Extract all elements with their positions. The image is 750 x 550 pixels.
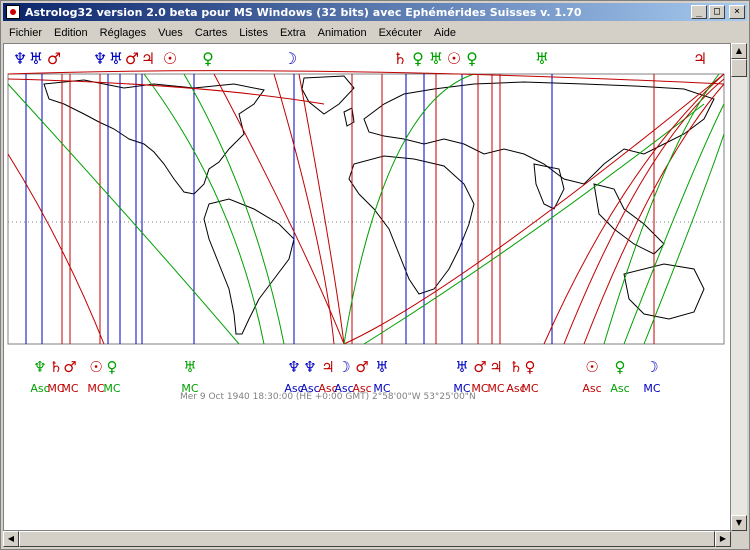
app-window: Astrolog32 version 2.0 beta pour MS Wind… [0, 0, 750, 550]
bottom-glyph-6: ♆ [287, 358, 300, 376]
menu-reglages[interactable]: Réglages [94, 27, 152, 39]
bottom-label-17: Asc [582, 382, 601, 395]
bottom-label-18: Asc [610, 382, 629, 395]
menu-aide[interactable]: Aide [428, 27, 462, 39]
chart-canvas[interactable]: ♆ ♅ ♂ ♆ ♅ ♂ ♃ ☉ ♀ ☽ ♄ ♀ ♅ ☉ ♀ ♅ ♃ ♆ ♄ ♂ ☉ ♀ ♅ ♆ ♆ ♃ ☽ ♂ ♅ ♅ ♂ ♃ ♄ ♀ ☉ ♀ ☽ A… [3, 43, 731, 531]
menu-cartes[interactable]: Cartes [189, 27, 233, 39]
menu-animation[interactable]: Animation [312, 27, 373, 39]
chart-background [4, 44, 730, 404]
top-glyph-4: ♅ [109, 49, 123, 68]
menu-bar: Fichier Edition Réglages Vues Cartes Lis… [3, 23, 747, 43]
bottom-glyph-18: ♀ [615, 358, 626, 376]
top-glyph-16: ♃ [693, 49, 707, 68]
menu-fichier[interactable]: Fichier [3, 27, 48, 39]
bottom-glyph-1: ♄ [49, 358, 62, 376]
bottom-glyph-0: ♆ [33, 358, 46, 376]
bottom-glyph-19: ☽ [645, 358, 658, 376]
bottom-label-14: MC [487, 382, 504, 395]
vertical-scrollbar[interactable]: ▲ ▼ [731, 43, 747, 531]
bottom-label-4: MC [103, 382, 120, 395]
top-glyph-13: ☉ [447, 49, 461, 68]
bottom-label-16: MC [521, 382, 538, 395]
top-glyph-11: ♀ [412, 49, 424, 68]
scroll-right-button[interactable]: ▶ [715, 531, 731, 547]
window-title: Astrolog32 version 2.0 beta pour MS Wind… [25, 5, 582, 19]
top-glyph-0: ♆ [13, 49, 27, 68]
minimize-button[interactable]: _ [691, 5, 707, 19]
maximize-button[interactable]: □ [709, 5, 725, 19]
top-glyph-15: ♅ [535, 49, 549, 68]
app-icon[interactable] [6, 5, 20, 19]
menu-executer[interactable]: Exécuter [373, 27, 428, 39]
scroll-left-button[interactable]: ◀ [3, 531, 19, 547]
bottom-label-3: MC [87, 382, 104, 395]
close-button[interactable]: × [729, 5, 745, 19]
top-glyph-14: ♀ [466, 49, 478, 68]
bottom-label-19: MC [643, 382, 660, 395]
bottom-glyph-15: ♄ [509, 358, 522, 376]
menu-edition[interactable]: Edition [48, 27, 94, 39]
bottom-glyph-12: ♅ [455, 358, 468, 376]
horizontal-scroll-thumb[interactable] [19, 531, 715, 547]
bottom-glyph-8: ♃ [321, 358, 334, 376]
bottom-glyph-17: ☉ [585, 358, 598, 376]
top-glyph-1: ♅ [29, 49, 43, 68]
bottom-glyph-10: ♂ [355, 358, 368, 376]
top-glyph-9: ☽ [283, 49, 297, 68]
scroll-up-button[interactable]: ▲ [731, 43, 747, 59]
horizontal-scrollbar[interactable]: ◀ ▶ [3, 531, 731, 547]
menu-extra[interactable]: Extra [274, 27, 312, 39]
top-glyph-12: ♅ [429, 49, 443, 68]
bottom-glyph-9: ☽ [337, 358, 350, 376]
bottom-glyph-7: ♆ [303, 358, 316, 376]
status-line: Mer 9 Oct 1940 18:30:00 (HE +0:00 GMT) 2… [180, 392, 476, 402]
top-glyph-2: ♂ [47, 49, 61, 68]
astro-map-chart: ♆ ♅ ♂ ♆ ♅ ♂ ♃ ☉ ♀ ☽ ♄ ♀ ♅ ☉ ♀ ♅ ♃ ♆ ♄ ♂ ☉ ♀ ♅ ♆ ♆ ♃ ☽ ♂ ♅ ♅ ♂ ♃ ♄ ♀ ☉ ♀ ☽ A… [4, 44, 730, 404]
menu-listes[interactable]: Listes [233, 27, 274, 39]
bottom-glyph-4: ♀ [107, 358, 118, 376]
top-glyph-7: ☉ [163, 49, 177, 68]
top-glyph-8: ♀ [202, 49, 214, 68]
bottom-glyph-3: ☉ [89, 358, 102, 376]
scroll-down-button[interactable]: ▼ [731, 515, 747, 531]
menu-vues[interactable]: Vues [152, 27, 189, 39]
bottom-glyph-2: ♂ [63, 358, 76, 376]
size-grip[interactable] [731, 531, 747, 547]
top-glyph-6: ♃ [141, 49, 155, 68]
title-bar[interactable]: Astrolog32 version 2.0 beta pour MS Wind… [3, 3, 747, 21]
bottom-label-2: MC [61, 382, 78, 395]
top-glyph-10: ♄ [393, 49, 407, 68]
bottom-glyph-16: ♀ [525, 358, 536, 376]
vertical-scroll-thumb[interactable] [731, 59, 747, 77]
bottom-glyph-5: ♅ [183, 358, 196, 376]
bottom-glyph-13: ♂ [473, 358, 486, 376]
bottom-glyph-11: ♅ [375, 358, 388, 376]
bottom-glyph-14: ♃ [489, 358, 502, 376]
top-glyph-5: ♂ [125, 49, 139, 68]
top-glyph-3: ♆ [93, 49, 107, 68]
